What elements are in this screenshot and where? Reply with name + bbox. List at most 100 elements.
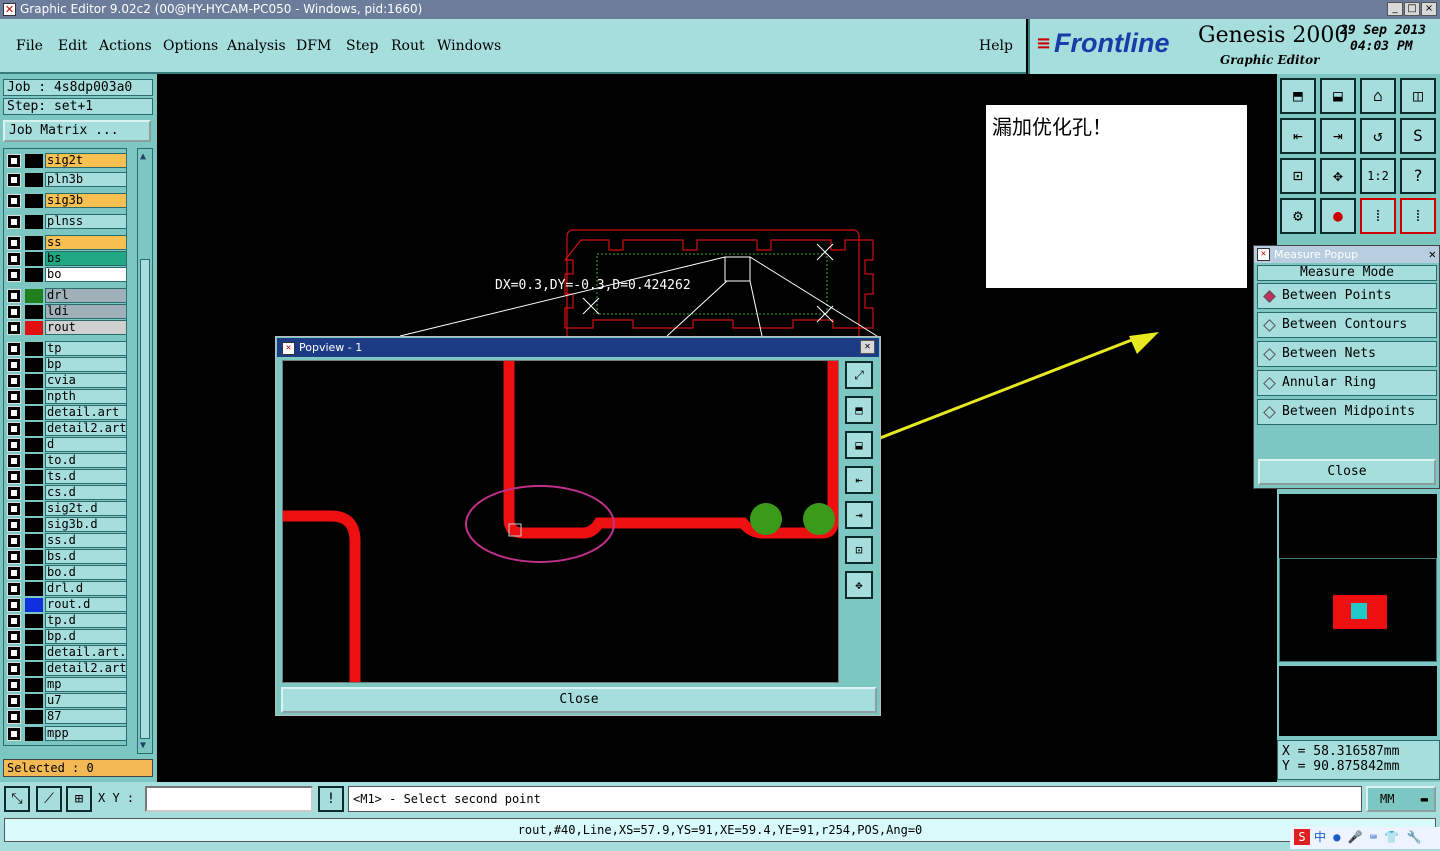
layer-color-swatch[interactable] <box>25 194 43 208</box>
layer-name[interactable]: sig2t.d <box>45 501 127 516</box>
menu-file[interactable]: File <box>16 38 43 54</box>
layer-scrollbar[interactable]: ▲ ▼ <box>137 148 153 754</box>
layer-color-swatch[interactable] <box>25 406 43 420</box>
help-icon[interactable]: ? <box>1400 158 1436 194</box>
mirror-icon[interactable]: ↺ <box>1360 118 1396 154</box>
layer-color-swatch[interactable] <box>25 422 43 436</box>
popview-up-icon[interactable]: ⬒ <box>845 396 873 424</box>
layer-color-swatch[interactable] <box>25 550 43 564</box>
zoom-down-icon[interactable]: ⬓ <box>1320 78 1356 114</box>
layer-name[interactable]: ldi <box>45 304 127 319</box>
measure-close-button[interactable]: Close <box>1258 459 1436 485</box>
layer-checkbox[interactable] <box>7 236 21 250</box>
layer-name[interactable]: pln3b <box>45 172 127 187</box>
layer-checkbox[interactable] <box>7 518 21 532</box>
menu-rout[interactable]: Rout <box>391 38 425 54</box>
menu-step[interactable]: Step <box>346 38 378 54</box>
layer-color-swatch[interactable] <box>25 614 43 628</box>
tools-icon[interactable]: ⚙ <box>1280 198 1316 234</box>
layer-color-swatch[interactable] <box>25 502 43 516</box>
scroll-thumb[interactable] <box>140 259 150 739</box>
layer-checkbox[interactable] <box>7 173 21 187</box>
home-icon[interactable]: ⌂ <box>1360 78 1396 114</box>
layer-name[interactable]: ss <box>45 235 127 250</box>
layer-name[interactable]: bo.d <box>45 565 127 580</box>
snap-icon[interactable]: S <box>1400 118 1436 154</box>
layer-color-swatch[interactable] <box>25 678 43 692</box>
layer-name[interactable]: sig3b <box>45 193 127 208</box>
layer-checkbox[interactable] <box>7 342 21 356</box>
menu-help[interactable]: Help <box>979 38 1013 54</box>
layer-name[interactable]: rout <box>45 320 127 335</box>
layer-checkbox[interactable] <box>7 470 21 484</box>
popview-down-icon[interactable]: ⬓ <box>845 431 873 459</box>
view-window-icon[interactable]: ◫ <box>1400 78 1436 114</box>
layer-color-swatch[interactable] <box>25 321 43 335</box>
layer-checkbox[interactable] <box>7 566 21 580</box>
layer-color-swatch[interactable] <box>25 710 43 724</box>
scale-1to2-icon[interactable]: 1:2 <box>1360 158 1396 194</box>
layer-color-swatch[interactable] <box>25 305 43 319</box>
layer-name[interactable]: d <box>45 437 127 452</box>
layer-name[interactable]: tp.d <box>45 613 127 628</box>
layer-checkbox[interactable] <box>7 268 21 282</box>
layer-name[interactable]: bo <box>45 267 127 282</box>
center-icon[interactable]: ✥ <box>1320 158 1356 194</box>
layer-color-swatch[interactable] <box>25 630 43 644</box>
layer-name[interactable]: ts.d <box>45 469 127 484</box>
layer-checkbox[interactable] <box>7 710 21 724</box>
layer-color-swatch[interactable] <box>25 534 43 548</box>
alert-icon[interactable]: ! <box>318 786 344 812</box>
layer-name[interactable]: npth <box>45 389 127 404</box>
option-annular-ring[interactable]: Annular Ring <box>1257 370 1437 396</box>
layer-color-swatch[interactable] <box>25 358 43 372</box>
menu-edit[interactable]: Edit <box>58 38 87 54</box>
popview-left-icon[interactable]: ⇤ <box>845 466 873 494</box>
overview-map[interactable] <box>1279 558 1437 662</box>
layer-name[interactable]: mp <box>45 677 127 692</box>
layer-name[interactable]: 87 <box>45 709 127 724</box>
layer-color-swatch[interactable] <box>25 173 43 187</box>
layer-checkbox[interactable] <box>7 390 21 404</box>
layer-checkbox[interactable] <box>7 422 21 436</box>
menu-analysis[interactable]: Analysis <box>227 38 286 54</box>
layer-color-swatch[interactable] <box>25 646 43 660</box>
layer-checkbox[interactable] <box>7 215 21 229</box>
layer-color-swatch[interactable] <box>25 486 43 500</box>
fit-icon[interactable]: ⊡ <box>1280 158 1316 194</box>
layer-checkbox[interactable] <box>7 727 21 741</box>
layer-color-swatch[interactable] <box>25 598 43 612</box>
layer-color-swatch[interactable] <box>25 374 43 388</box>
layer-name[interactable]: u7 <box>45 693 127 708</box>
layer-name[interactable]: cvia <box>45 373 127 388</box>
layer-checkbox[interactable] <box>7 438 21 452</box>
layer-checkbox[interactable] <box>7 534 21 548</box>
layer-color-swatch[interactable] <box>25 454 43 468</box>
layer-name[interactable]: tp <box>45 341 127 356</box>
layer-name[interactable]: sig2t <box>45 153 127 168</box>
net-select-icon[interactable]: ⁞ <box>1360 198 1396 234</box>
layer-color-swatch[interactable] <box>25 154 43 168</box>
layer-color-swatch[interactable] <box>25 342 43 356</box>
layer-color-swatch[interactable] <box>25 470 43 484</box>
layer-name[interactable]: rout.d <box>45 597 127 612</box>
popview-zoom-icon[interactable]: ⤢ <box>845 361 873 389</box>
layer-name[interactable]: plnss <box>45 214 127 229</box>
pan-right-icon[interactable]: ⇥ <box>1320 118 1356 154</box>
popview-canvas[interactable] <box>282 360 839 683</box>
layer-color-swatch[interactable] <box>25 694 43 708</box>
job-matrix-button[interactable]: Job Matrix ... <box>3 120 151 142</box>
layer-checkbox[interactable] <box>7 374 21 388</box>
layer-checkbox[interactable] <box>7 289 21 303</box>
menu-options[interactable]: Options <box>163 38 218 54</box>
layer-color-swatch[interactable] <box>25 566 43 580</box>
net-connect-icon[interactable]: ⁞ <box>1400 198 1436 234</box>
layer-name[interactable]: sig3b.d <box>45 517 127 532</box>
layer-name[interactable]: detail2.art <box>45 421 127 436</box>
layer-color-swatch[interactable] <box>25 289 43 303</box>
layer-checkbox[interactable] <box>7 646 21 660</box>
layer-name[interactable]: detail2.art <box>45 661 127 676</box>
option-between-midpoints[interactable]: Between Midpoints <box>1257 399 1437 425</box>
layer-color-swatch[interactable] <box>25 727 43 741</box>
layer-color-swatch[interactable] <box>25 518 43 532</box>
